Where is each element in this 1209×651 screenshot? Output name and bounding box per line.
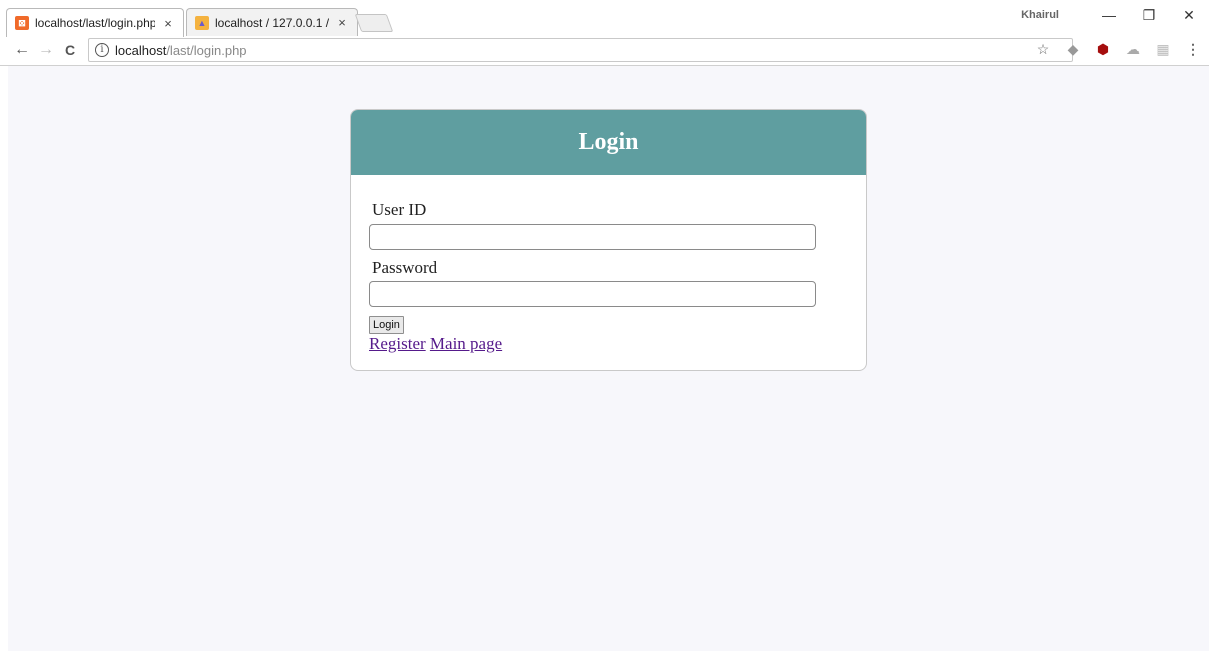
login-header: Login: [351, 110, 866, 175]
user-id-input[interactable]: [369, 224, 816, 250]
badge-extension-icon[interactable]: ▦: [1155, 41, 1171, 57]
extension-area: ☆ ◆ ⬢ ☁ ▦ ⋮: [1035, 41, 1201, 57]
nav-links: Register Main page: [369, 334, 502, 354]
minimize-button[interactable]: —: [1089, 7, 1129, 23]
browser-chrome: ⊠ localhost/last/login.php × ▲ localhost…: [0, 0, 1209, 66]
restore-button[interactable]: ❐: [1129, 7, 1169, 24]
tab-title: localhost / 127.0.0.1 / we: [215, 15, 329, 30]
phpmyadmin-icon: ▲: [195, 15, 209, 30]
forward-button[interactable]: →: [36, 40, 56, 60]
close-tab-icon[interactable]: ×: [335, 15, 349, 30]
register-link[interactable]: Register: [369, 334, 426, 353]
password-label: Password: [372, 258, 438, 277]
new-tab-button[interactable]: [354, 14, 394, 32]
main-page-link[interactable]: Main page: [430, 334, 502, 353]
tab-phpmyadmin[interactable]: ▲ localhost / 127.0.0.1 / we ×: [186, 8, 358, 36]
tab-title: localhost/last/login.php: [35, 16, 155, 30]
ublock-icon[interactable]: ⬢: [1095, 41, 1111, 57]
cloud-icon[interactable]: ☁: [1125, 41, 1141, 57]
star-icon[interactable]: ☆: [1035, 41, 1051, 57]
login-button[interactable]: Login: [369, 316, 404, 334]
window-controls: Khairul — ❐ ✕: [1021, 0, 1209, 30]
xampp-icon: ⊠: [15, 16, 29, 30]
page-title: Login: [578, 129, 639, 155]
address-bar[interactable]: i localhost/last/login.php: [88, 38, 1073, 62]
back-button[interactable]: ←: [12, 40, 32, 60]
info-icon[interactable]: i: [95, 43, 109, 57]
url-host: localhost: [115, 42, 167, 58]
login-card: Login User ID Password Login Register Ma…: [350, 109, 867, 371]
password-input[interactable]: [369, 281, 816, 307]
extension-icon[interactable]: ◆: [1065, 41, 1081, 57]
profile-badge[interactable]: Khairul: [1021, 9, 1059, 21]
url-path: /last/login.php: [166, 42, 247, 58]
page-viewport: Login User ID Password Login Register Ma…: [8, 66, 1209, 651]
close-window-button[interactable]: ✕: [1169, 7, 1209, 24]
browser-toolbar: ← → C i localhost/last/login.php ☆ ◆ ⬢ ☁…: [0, 36, 1209, 66]
close-tab-icon[interactable]: ×: [161, 16, 175, 31]
menu-icon[interactable]: ⋮: [1185, 41, 1201, 57]
reload-button[interactable]: C: [60, 40, 80, 60]
user-id-label: User ID: [372, 200, 427, 219]
tab-login[interactable]: ⊠ localhost/last/login.php ×: [6, 8, 184, 37]
